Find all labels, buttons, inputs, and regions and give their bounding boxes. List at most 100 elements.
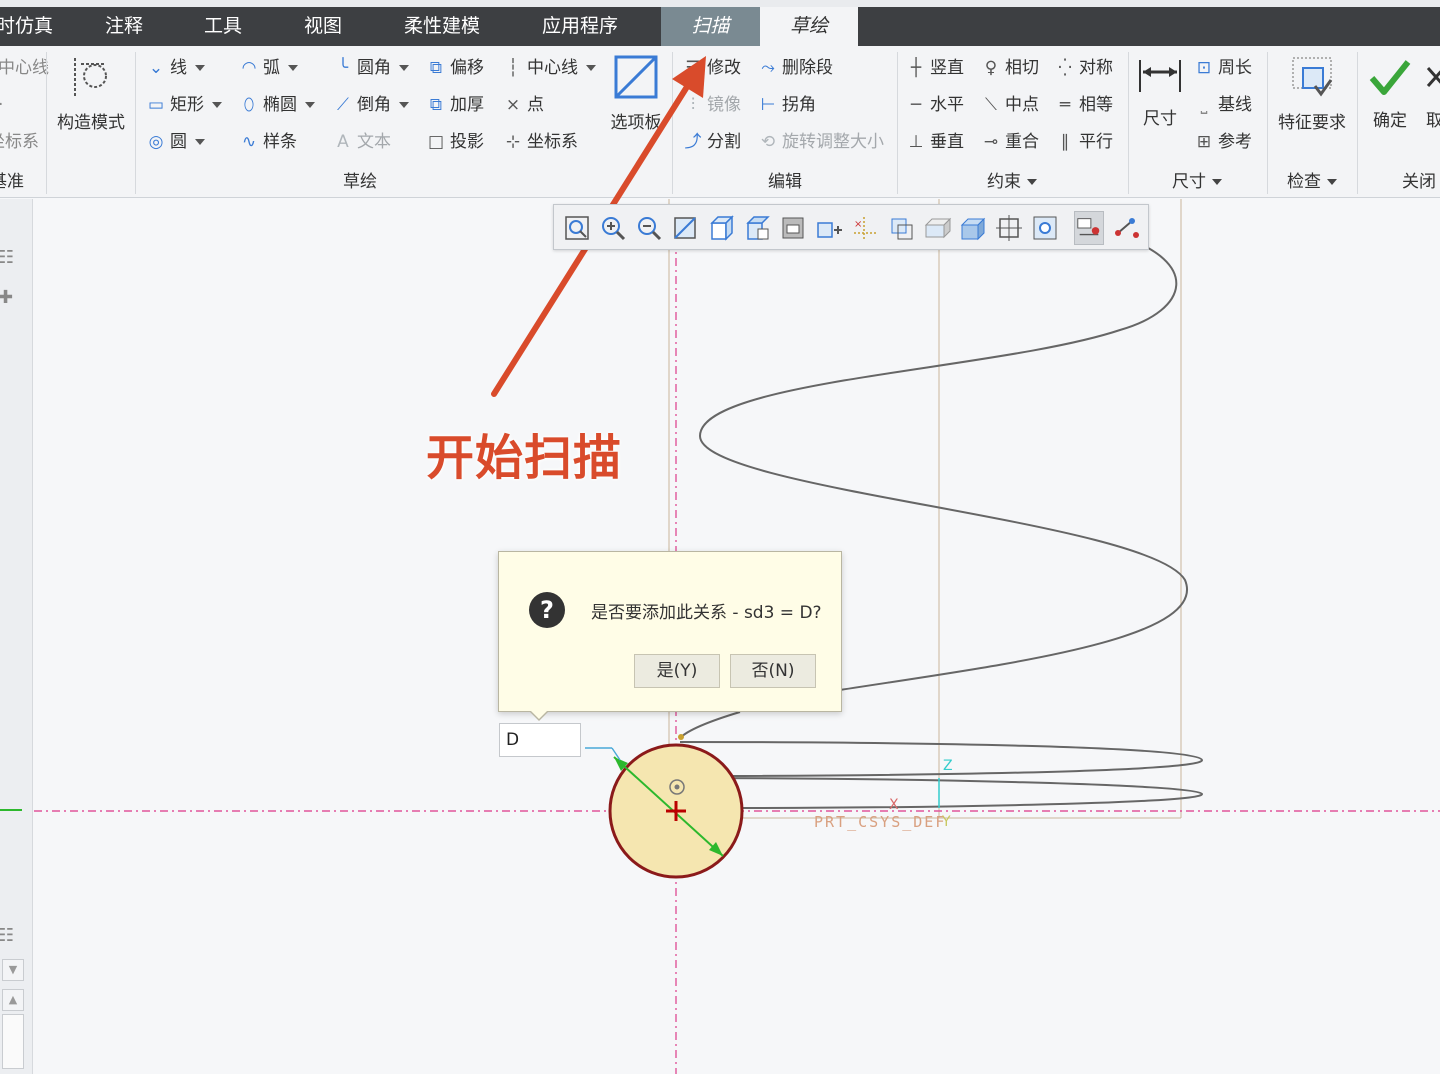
datum-display-icon[interactable]: × bbox=[850, 213, 880, 243]
reference-icon: ⊞ bbox=[1196, 132, 1212, 152]
group-inspect-dropdown[interactable]: 检查 bbox=[1287, 170, 1337, 194]
feature-requirements-button[interactable]: 特征要求 bbox=[1274, 54, 1350, 133]
zoom-in-icon[interactable] bbox=[598, 213, 628, 243]
feature-requirements-label: 特征要求 bbox=[1278, 113, 1346, 133]
fillet-tool[interactable]: ╰ 圆角 bbox=[332, 56, 409, 80]
dimension-label: 尺寸 bbox=[1143, 109, 1177, 129]
perspective-icon[interactable] bbox=[922, 213, 952, 243]
coincident-constraint[interactable]: ⊸ 重合 bbox=[980, 130, 1039, 154]
group-dimension-dropdown[interactable]: 尺寸 bbox=[1172, 170, 1222, 194]
text-tool[interactable]: A 文本 bbox=[332, 130, 391, 154]
circle-icon: ◎ bbox=[148, 132, 164, 152]
spin-center-icon[interactable] bbox=[886, 213, 916, 243]
chevron-down-icon[interactable] bbox=[195, 139, 205, 145]
ok-label: 确定 bbox=[1373, 111, 1407, 131]
shading-icon[interactable] bbox=[958, 213, 988, 243]
vertical-constraint[interactable]: ┼ 竖直 bbox=[905, 56, 964, 80]
chamfer-tool[interactable]: ⟋ 倒角 bbox=[332, 93, 409, 117]
tab-sweep[interactable]: 扫描 bbox=[661, 7, 760, 46]
feature-requirements-icon bbox=[1292, 57, 1333, 97]
no-button[interactable]: 否(N) bbox=[730, 654, 816, 688]
circle-tool[interactable]: ◎ 圆 bbox=[145, 130, 205, 154]
tangent-constraint[interactable]: ♀ 相切 bbox=[980, 56, 1039, 80]
arc-tool[interactable]: ◠ 弧 bbox=[238, 56, 298, 80]
scroll-up-icon[interactable]: ▲ bbox=[2, 989, 24, 1011]
ok-button[interactable]: 确定 bbox=[1366, 58, 1414, 131]
repaint-icon[interactable] bbox=[670, 213, 700, 243]
tab-view[interactable]: 视图 bbox=[304, 7, 342, 46]
yes-button[interactable]: 是(Y) bbox=[634, 654, 720, 688]
named-view-icon[interactable] bbox=[814, 213, 844, 243]
centerline-tool[interactable]: ┆ 中心线 bbox=[502, 56, 596, 80]
delete-segment-tool[interactable]: ⤳ 删除段 bbox=[757, 56, 833, 80]
divide-tool[interactable]: ⤴ 分割 bbox=[682, 130, 742, 154]
ellipse-icon: ⬯ bbox=[243, 95, 255, 115]
modify-tool[interactable]: ☰ 修改 bbox=[682, 56, 741, 80]
scrollbar-track[interactable] bbox=[2, 1014, 24, 1069]
parallel-constraint[interactable]: ∥ 平行 bbox=[1054, 130, 1113, 154]
tab-annotate[interactable]: 注释 bbox=[105, 7, 143, 46]
sketch-orient-icon[interactable] bbox=[1030, 213, 1060, 243]
chevron-down-icon[interactable] bbox=[399, 102, 409, 108]
point-tool[interactable]: × 点 bbox=[502, 93, 544, 117]
zoom-out-icon[interactable] bbox=[634, 213, 664, 243]
line-icon: ⌄ bbox=[148, 58, 164, 78]
dimension-value-input[interactable]: D bbox=[499, 723, 581, 757]
sketcher-display-filters-icon[interactable] bbox=[1074, 211, 1104, 245]
chevron-down-icon[interactable] bbox=[212, 102, 222, 108]
mirror-tool[interactable]: ⫶ 镜像 bbox=[682, 93, 741, 117]
cancel-button-partial[interactable]: 取 bbox=[1426, 58, 1440, 131]
baseline-tool[interactable]: ⎵ 基线 bbox=[1193, 93, 1252, 117]
scroll-down-icon[interactable]: ▼ bbox=[2, 959, 24, 981]
view-orientation-icon[interactable] bbox=[706, 213, 736, 243]
chevron-down-icon[interactable] bbox=[399, 65, 409, 71]
construct-mode-button[interactable]: 构造模式 bbox=[54, 54, 128, 133]
symmetric-icon: ⁛ bbox=[1058, 58, 1072, 78]
perpendicular-constraint[interactable]: ⊥ 垂直 bbox=[905, 130, 964, 154]
spline-tool[interactable]: ∿ 样条 bbox=[238, 130, 297, 154]
checkmark-icon bbox=[1369, 60, 1411, 95]
mirror-icon: ⫶ bbox=[690, 95, 696, 115]
datum-centerline-partial[interactable]: 中心线 bbox=[0, 56, 49, 80]
add-icon[interactable]: ✚ bbox=[0, 287, 13, 308]
tab-simulation[interactable]: 时仿真 bbox=[0, 7, 53, 46]
display-style-icon[interactable] bbox=[778, 213, 808, 243]
dimension-button[interactable]: 尺寸 bbox=[1136, 56, 1184, 129]
reference-tool[interactable]: ⊞ 参考 bbox=[1193, 130, 1252, 154]
refit-icon[interactable] bbox=[562, 213, 592, 243]
saved-views-icon[interactable] bbox=[742, 213, 772, 243]
group-constraint-dropdown[interactable]: 约束 bbox=[987, 170, 1037, 194]
chevron-down-icon[interactable] bbox=[195, 65, 205, 71]
midpoint-constraint[interactable]: ⟍ 中点 bbox=[980, 93, 1039, 117]
tab-sketch[interactable]: 草绘 bbox=[760, 7, 858, 46]
rectangle-tool[interactable]: ▭ 矩形 bbox=[145, 93, 222, 117]
chevron-down-icon[interactable] bbox=[586, 65, 596, 71]
csys-tool[interactable]: ⊹ 坐标系 bbox=[502, 130, 578, 154]
ellipse-tool[interactable]: ⬯ 椭圆 bbox=[238, 93, 315, 117]
model-tree-icon[interactable]: ☷ bbox=[0, 247, 14, 268]
tab-applications[interactable]: 应用程序 bbox=[542, 7, 618, 46]
tab-tools[interactable]: 工具 bbox=[204, 7, 242, 46]
chevron-down-icon[interactable] bbox=[305, 102, 315, 108]
offset-tool[interactable]: ⧉ 偏移 bbox=[425, 56, 484, 80]
sketcher-constraints-icon[interactable] bbox=[1112, 213, 1142, 243]
construct-mode-icon bbox=[74, 58, 107, 96]
horizontal-constraint[interactable]: ─ 水平 bbox=[905, 93, 964, 117]
datum-point-partial[interactable]: · bbox=[0, 93, 6, 117]
palette-button[interactable]: 选项板 bbox=[606, 54, 666, 133]
project-tool[interactable]: □ 投影 bbox=[425, 130, 484, 154]
datum-csys-partial[interactable]: 坐标系 bbox=[0, 130, 39, 154]
sketch-view-icon[interactable] bbox=[994, 213, 1024, 243]
chevron-down-icon[interactable] bbox=[288, 65, 298, 71]
equal-constraint[interactable]: ═ 相等 bbox=[1054, 93, 1113, 117]
thicken-tool[interactable]: ⧉ 加厚 bbox=[425, 93, 484, 117]
corner-tool[interactable]: ⊢ 拐角 bbox=[757, 93, 816, 117]
tab-flexible-modeling[interactable]: 柔性建模 bbox=[404, 7, 480, 46]
layer-tree-icon[interactable]: ☷ bbox=[0, 925, 14, 946]
symmetric-constraint[interactable]: ⁛ 对称 bbox=[1054, 56, 1113, 80]
rotate-resize-tool[interactable]: ⟲ 旋转调整大小 bbox=[757, 130, 884, 154]
construct-mode-label: 构造模式 bbox=[57, 113, 125, 133]
perimeter-tool[interactable]: ⊡ 周长 bbox=[1193, 56, 1252, 80]
chevron-down-icon bbox=[1212, 179, 1222, 185]
line-tool[interactable]: ⌄ 线 bbox=[145, 56, 205, 80]
